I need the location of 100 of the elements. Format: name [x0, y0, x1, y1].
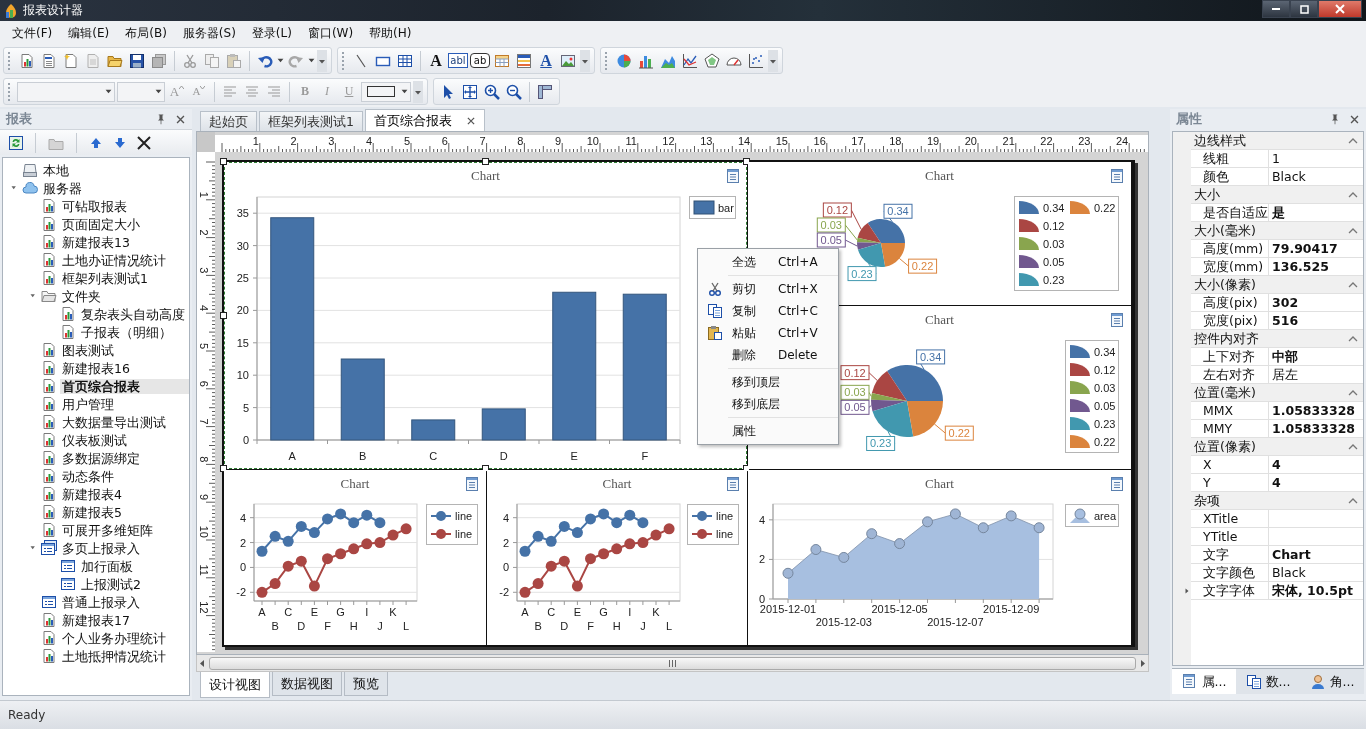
chart-cell[interactable]: Chart 0 2 4 2015-12-01 2015-12-03 2015-12-05 2015-12-07 2015-12-09 area [748, 470, 1131, 645]
chart-cell[interactable]: Chart -2 0 2 4 A B C D E F G H I J K L line line [487, 470, 747, 645]
tree-item[interactable]: 新建报表17 [60, 612, 132, 628]
view-tab[interactable]: 数据视图 [272, 672, 342, 696]
category-row[interactable]: 位置(毫米) [1191, 384, 1363, 402]
refresh-icon[interactable] [8, 134, 24, 151]
tree-item[interactable]: 服务器 [41, 180, 84, 196]
tree-item[interactable]: 动态条件 [60, 468, 116, 484]
scroll-thumb[interactable] [209, 656, 1136, 670]
list-icon[interactable] [1111, 313, 1123, 327]
move-icon[interactable] [462, 83, 478, 100]
minimize-button[interactable] [1262, 0, 1290, 18]
view-tab[interactable]: 预览 [344, 672, 388, 696]
tree-item[interactable]: 图表测试 [60, 342, 116, 358]
panel-tab[interactable]: 角... [1300, 669, 1364, 694]
panel-tab[interactable]: 数... [1236, 669, 1300, 694]
category-row[interactable]: 边线样式 [1191, 132, 1363, 150]
menu-item[interactable]: 文件(F) [4, 25, 61, 41]
property-value[interactable]: Chart [1269, 546, 1363, 564]
overflow-icon[interactable] [317, 49, 327, 72]
list-icon[interactable] [727, 477, 739, 491]
category-row[interactable]: 大小(毫米) [1191, 222, 1363, 240]
maximize-button[interactable] [1290, 0, 1318, 18]
property-value[interactable]: Black [1269, 564, 1363, 582]
tree-item[interactable]: 土地抵押情况统计 [60, 648, 168, 664]
panel-tab[interactable]: 属... [1172, 669, 1236, 694]
pie-chart-icon[interactable] [616, 52, 632, 69]
menu-item[interactable]: 布局(B) [117, 25, 175, 41]
expand-arrow-icon[interactable] [1184, 587, 1191, 595]
new-document-icon[interactable] [63, 52, 79, 69]
tree-item[interactable]: 上报测试2 [79, 576, 143, 592]
tree-item[interactable]: 用户管理 [60, 396, 116, 412]
resize-handle[interactable] [220, 311, 227, 319]
horizontal-scrollbar[interactable] [196, 655, 1149, 672]
zoom-in-icon[interactable] [484, 83, 500, 100]
banded-table-icon[interactable] [516, 52, 532, 69]
list-icon[interactable] [1111, 477, 1123, 491]
tree-item[interactable]: 新建报表16 [60, 360, 132, 376]
view-tab[interactable]: 设计视图 [200, 672, 270, 698]
cut-icon[interactable] [707, 281, 723, 297]
property-value[interactable]: 79.90417 [1269, 240, 1363, 258]
tree-item[interactable]: 土地办证情况统计 [60, 252, 168, 268]
chart-document-icon[interactable] [19, 52, 35, 69]
menu-item[interactable]: 编辑(E) [60, 25, 118, 41]
tree-item[interactable]: 子报表（明细） [79, 324, 174, 340]
category-row[interactable]: 位置(像素) [1191, 438, 1363, 456]
property-value[interactable]: 中部 [1269, 348, 1363, 366]
table-icon[interactable] [397, 52, 413, 69]
zoom-out-icon[interactable] [506, 83, 522, 100]
menu-item[interactable]: 服务器(S) [174, 25, 244, 41]
property-value[interactable]: 4 [1269, 456, 1363, 474]
chart-cell[interactable]: Chart -2 0 2 4 A B C D E F G H I J K L line line [224, 470, 486, 645]
save-all-icon[interactable] [151, 52, 167, 69]
tree-item[interactable]: 框架列表测试1 [60, 270, 150, 286]
tree-item[interactable]: 多数据源绑定 [60, 450, 142, 466]
category-row[interactable]: 控件内对齐 [1191, 330, 1363, 348]
font-field[interactable] [17, 81, 115, 102]
close-icon[interactable] [465, 115, 476, 126]
tree-item[interactable]: 加行面板 [79, 558, 135, 574]
document-tab[interactable]: 首页综合报表 [364, 109, 485, 131]
label-tool-button[interactable]: A [426, 50, 446, 71]
property-value[interactable]: 宋体, 10.5pt [1269, 582, 1363, 600]
image-icon[interactable] [560, 52, 576, 69]
resize-handle[interactable] [220, 158, 227, 165]
tree-item[interactable]: 多页上报录入 [60, 540, 142, 556]
delete-icon[interactable] [136, 134, 152, 151]
radar-chart-icon[interactable] [704, 52, 720, 69]
close-icon[interactable] [1349, 113, 1360, 125]
property-value[interactable]: 1.05833328 [1269, 402, 1363, 420]
menu-item[interactable]: 登录(L) [243, 25, 300, 41]
size-field[interactable] [117, 81, 165, 102]
overflow-icon[interactable] [413, 80, 423, 103]
tree-item[interactable]: 本地 [41, 162, 71, 178]
menu-item[interactable]: 帮助(H) [361, 25, 420, 41]
tree-item[interactable]: 页面固定大小 [60, 216, 142, 232]
paste-icon[interactable] [707, 325, 723, 341]
border-style-field[interactable] [361, 81, 411, 102]
overflow-icon[interactable] [580, 49, 590, 72]
tree-item[interactable]: 首页综合报表 [60, 378, 189, 394]
tree-item[interactable]: 大数据量导出测试 [60, 414, 168, 430]
category-row[interactable]: 杂项 [1191, 492, 1363, 510]
textbox-tool-button[interactable]: abl [448, 53, 468, 68]
copy-icon[interactable] [707, 303, 723, 319]
tree-item[interactable]: 普通上报录入 [60, 594, 142, 610]
menu-item[interactable]: 窗口(W) [299, 25, 362, 41]
list-icon[interactable] [727, 169, 739, 183]
tree-item[interactable]: 文件夹 [60, 288, 103, 304]
scatter-chart-icon[interactable] [748, 52, 764, 69]
tree-item[interactable]: 新建报表13 [60, 234, 132, 250]
line-chart-icon[interactable] [682, 52, 698, 69]
grid-icon[interactable] [494, 52, 510, 69]
tree-item[interactable]: 新建报表5 [60, 504, 124, 520]
list-icon[interactable] [466, 477, 478, 491]
button-tool-button[interactable]: ab [470, 53, 490, 68]
list-icon[interactable] [1111, 169, 1123, 183]
tree-item[interactable]: 可展开多维矩阵 [60, 522, 155, 538]
document-tab[interactable]: 起始页 [200, 111, 257, 131]
tree-item[interactable]: 个人业务办理统计 [60, 630, 168, 646]
tree-item[interactable]: 可钻取报表 [60, 198, 129, 214]
property-value[interactable]: 1 [1269, 150, 1363, 168]
